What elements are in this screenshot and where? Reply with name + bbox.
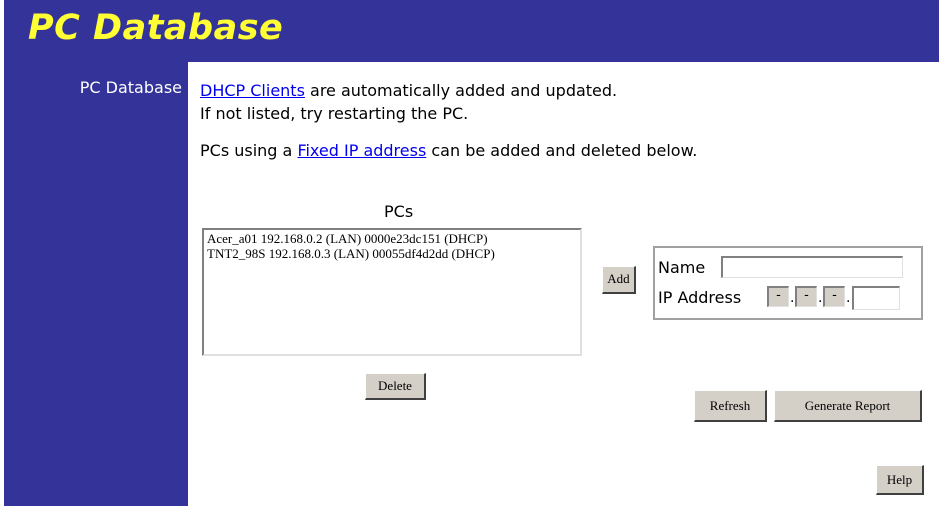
ip-separator: .: [846, 290, 851, 306]
pcs-list-label: PCs: [384, 202, 414, 221]
ip-octet-3-field: -: [823, 286, 845, 307]
list-item[interactable]: Acer_a01 192.168.0.2 (LAN) 0000e23dc151 …: [207, 231, 577, 246]
fixed-ip-address-link[interactable]: Fixed IP address: [297, 141, 426, 160]
ip-address-label: IP Address: [658, 288, 742, 307]
ip-separator: .: [818, 290, 823, 306]
ip-octet-1-field: -: [767, 286, 789, 307]
sidebar: PC Database: [4, 62, 188, 506]
add-pc-form: Name IP Address - . - . - .: [653, 246, 923, 320]
sidebar-item-pc-database[interactable]: PC Database: [4, 78, 182, 97]
pcs-listbox[interactable]: Acer_a01 192.168.0.2 (LAN) 0000e23dc151 …: [202, 228, 582, 356]
delete-button[interactable]: Delete: [365, 373, 426, 400]
main-content: DHCP Clients are automatically added and…: [188, 62, 939, 506]
intro-line-3-prefix: PCs using a: [200, 141, 298, 160]
name-input[interactable]: [721, 256, 903, 278]
dhcp-clients-link[interactable]: DHCP Clients: [200, 81, 305, 100]
generate-report-button[interactable]: Generate Report: [774, 390, 922, 422]
intro-line-2: If not listed, try restarting the PC.: [200, 104, 469, 123]
add-button[interactable]: Add: [602, 266, 636, 294]
intro-line-1-text: are automatically added and updated.: [304, 81, 618, 100]
page-title: PC Database: [28, 8, 284, 48]
help-button[interactable]: Help: [876, 465, 924, 495]
header-bar: PC Database: [4, 0, 939, 62]
intro-line-3: PCs using a Fixed IP address can be adde…: [200, 141, 697, 160]
name-label: Name: [658, 258, 706, 277]
ip-octet-2-field: -: [795, 286, 817, 307]
list-item[interactable]: TNT2_98S 192.168.0.3 (LAN) 00055df4d2dd …: [207, 246, 577, 261]
intro-line-3-suffix: can be added and deleted below.: [426, 141, 698, 160]
ip-octet-4-input[interactable]: [852, 286, 900, 310]
refresh-button[interactable]: Refresh: [694, 390, 767, 422]
ip-separator: .: [790, 290, 795, 306]
intro-line-1: DHCP Clients are automatically added and…: [200, 81, 617, 100]
